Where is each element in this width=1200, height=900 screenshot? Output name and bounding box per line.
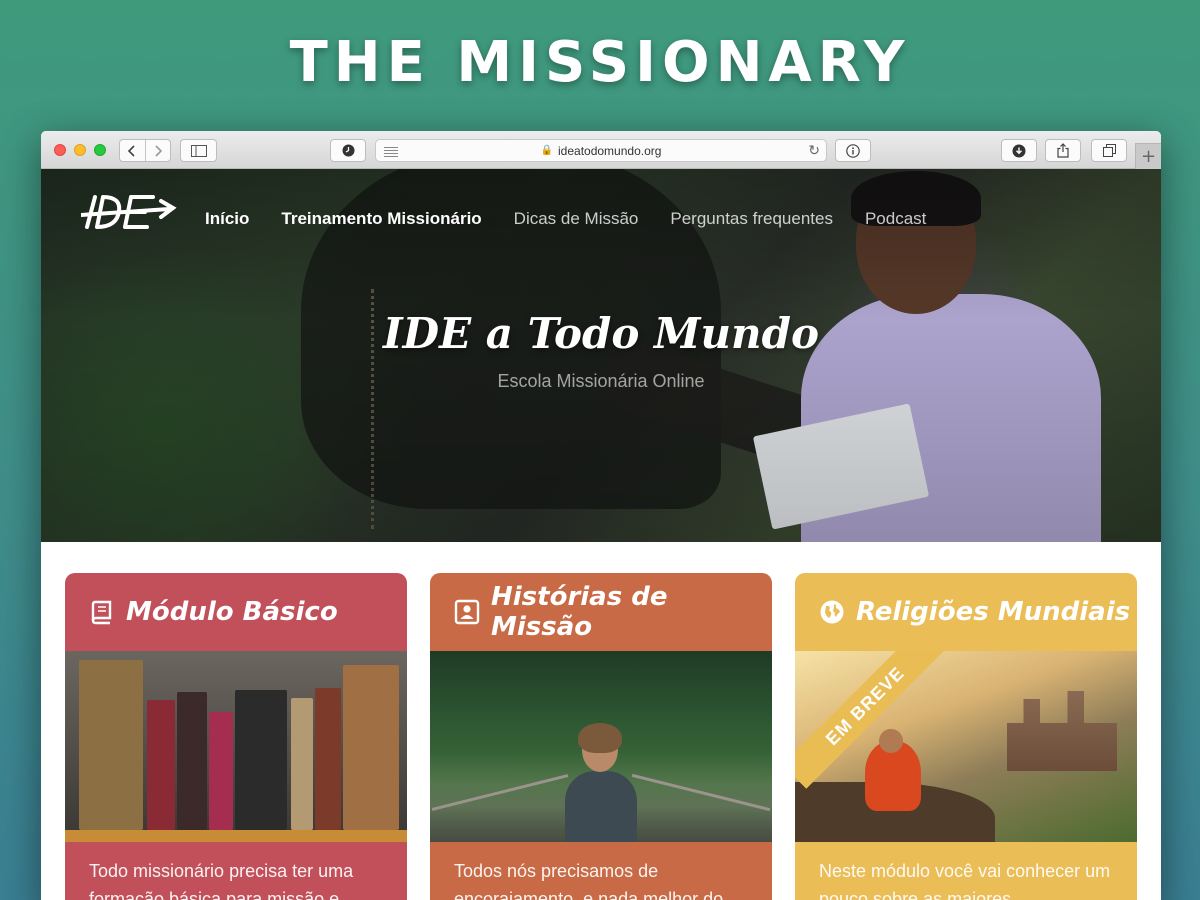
- card-title: Religiões Mundiais: [856, 597, 1131, 627]
- nav-perguntas[interactable]: Perguntas frequentes: [670, 209, 833, 229]
- sidebar-button[interactable]: [180, 139, 217, 162]
- address-bar[interactable]: 🔒 ideatodomundo.org ↻: [375, 139, 827, 162]
- tabs-overview-button[interactable]: [1091, 139, 1127, 162]
- info-button[interactable]: [835, 139, 871, 162]
- info-icon: [846, 143, 860, 158]
- nav-dicas[interactable]: Dicas de Missão: [514, 209, 639, 229]
- books-image: [65, 651, 407, 842]
- hero-subtitle: Escola Missionária Online: [497, 371, 705, 391]
- hero-title: IDE a Todo Mundo: [383, 309, 819, 358]
- card-header: Religiões Mundiais: [795, 573, 1137, 651]
- card-header: Histórias de Missão: [430, 573, 772, 651]
- card-religioes-mundiais[interactable]: Religiões Mundiais EM BREVE Neste módulo…: [795, 573, 1137, 900]
- book-icon: [89, 599, 115, 625]
- sidebar-icon: [190, 144, 207, 157]
- globe-icon: [819, 599, 845, 625]
- promo-title: THE MISSIONARY: [289, 30, 911, 95]
- card-description: Todos nós precisamos de encorajamento, e…: [454, 861, 724, 900]
- monk-image: EM BREVE: [795, 651, 1137, 842]
- new-tab-button[interactable]: +: [1135, 143, 1161, 169]
- card-title: Histórias de Missão: [491, 582, 668, 642]
- contact-card-icon: [454, 599, 480, 625]
- chevron-right-icon: [155, 144, 162, 157]
- card-description: Neste módulo você vai conhecer um pouco …: [819, 861, 1111, 900]
- downloads-button[interactable]: [1001, 139, 1037, 162]
- card-header: Módulo Básico: [65, 573, 407, 651]
- extension-button[interactable]: [330, 139, 366, 162]
- site-logo[interactable]: [79, 191, 177, 233]
- zoom-window-button[interactable]: [94, 144, 106, 156]
- back-button[interactable]: [120, 140, 145, 161]
- card-modulo-basico[interactable]: Módulo Básico Todo missionário precisa t…: [65, 573, 407, 900]
- nav-inicio[interactable]: Início: [205, 209, 249, 229]
- history-nav: [119, 139, 171, 162]
- nav-podcast[interactable]: Podcast: [865, 209, 926, 229]
- share-button[interactable]: [1045, 139, 1081, 162]
- close-window-button[interactable]: [54, 144, 66, 156]
- hero-section: Início Treinamento Missionário Dicas de …: [41, 169, 1161, 542]
- card-title: Módulo Básico: [126, 597, 338, 627]
- ide-logo-icon: [79, 195, 177, 229]
- download-icon: [1012, 144, 1026, 157]
- module-cards: Módulo Básico Todo missionário precisa t…: [65, 573, 1137, 900]
- card-historias-de-missao[interactable]: Histórias de Missão Todos nós precisamos…: [430, 573, 772, 900]
- clock-icon: [342, 144, 354, 157]
- browser-toolbar: 🔒 ideatodomundo.org ↻ +: [41, 131, 1161, 169]
- forward-button[interactable]: [144, 140, 171, 161]
- nav-treinamento[interactable]: Treinamento Missionário: [281, 209, 481, 229]
- chevron-left-icon: [128, 144, 135, 157]
- minimize-window-button[interactable]: [74, 144, 86, 156]
- bridge-image: [430, 651, 772, 842]
- lock-icon: 🔒: [540, 145, 554, 156]
- card-description: Todo missionário precisa ter uma formaçã…: [89, 861, 354, 900]
- reload-icon[interactable]: ↻: [808, 142, 820, 159]
- url-text: ideatodomundo.org: [558, 143, 662, 158]
- tabs-icon: [1102, 144, 1116, 157]
- browser-window: 🔒 ideatodomundo.org ↻ + Início Treinamen…: [41, 131, 1161, 900]
- plus-icon: +: [1140, 146, 1157, 167]
- main-nav: Início Treinamento Missionário Dicas de …: [205, 209, 926, 229]
- share-icon: [1057, 143, 1069, 158]
- reader-icon[interactable]: [384, 145, 398, 159]
